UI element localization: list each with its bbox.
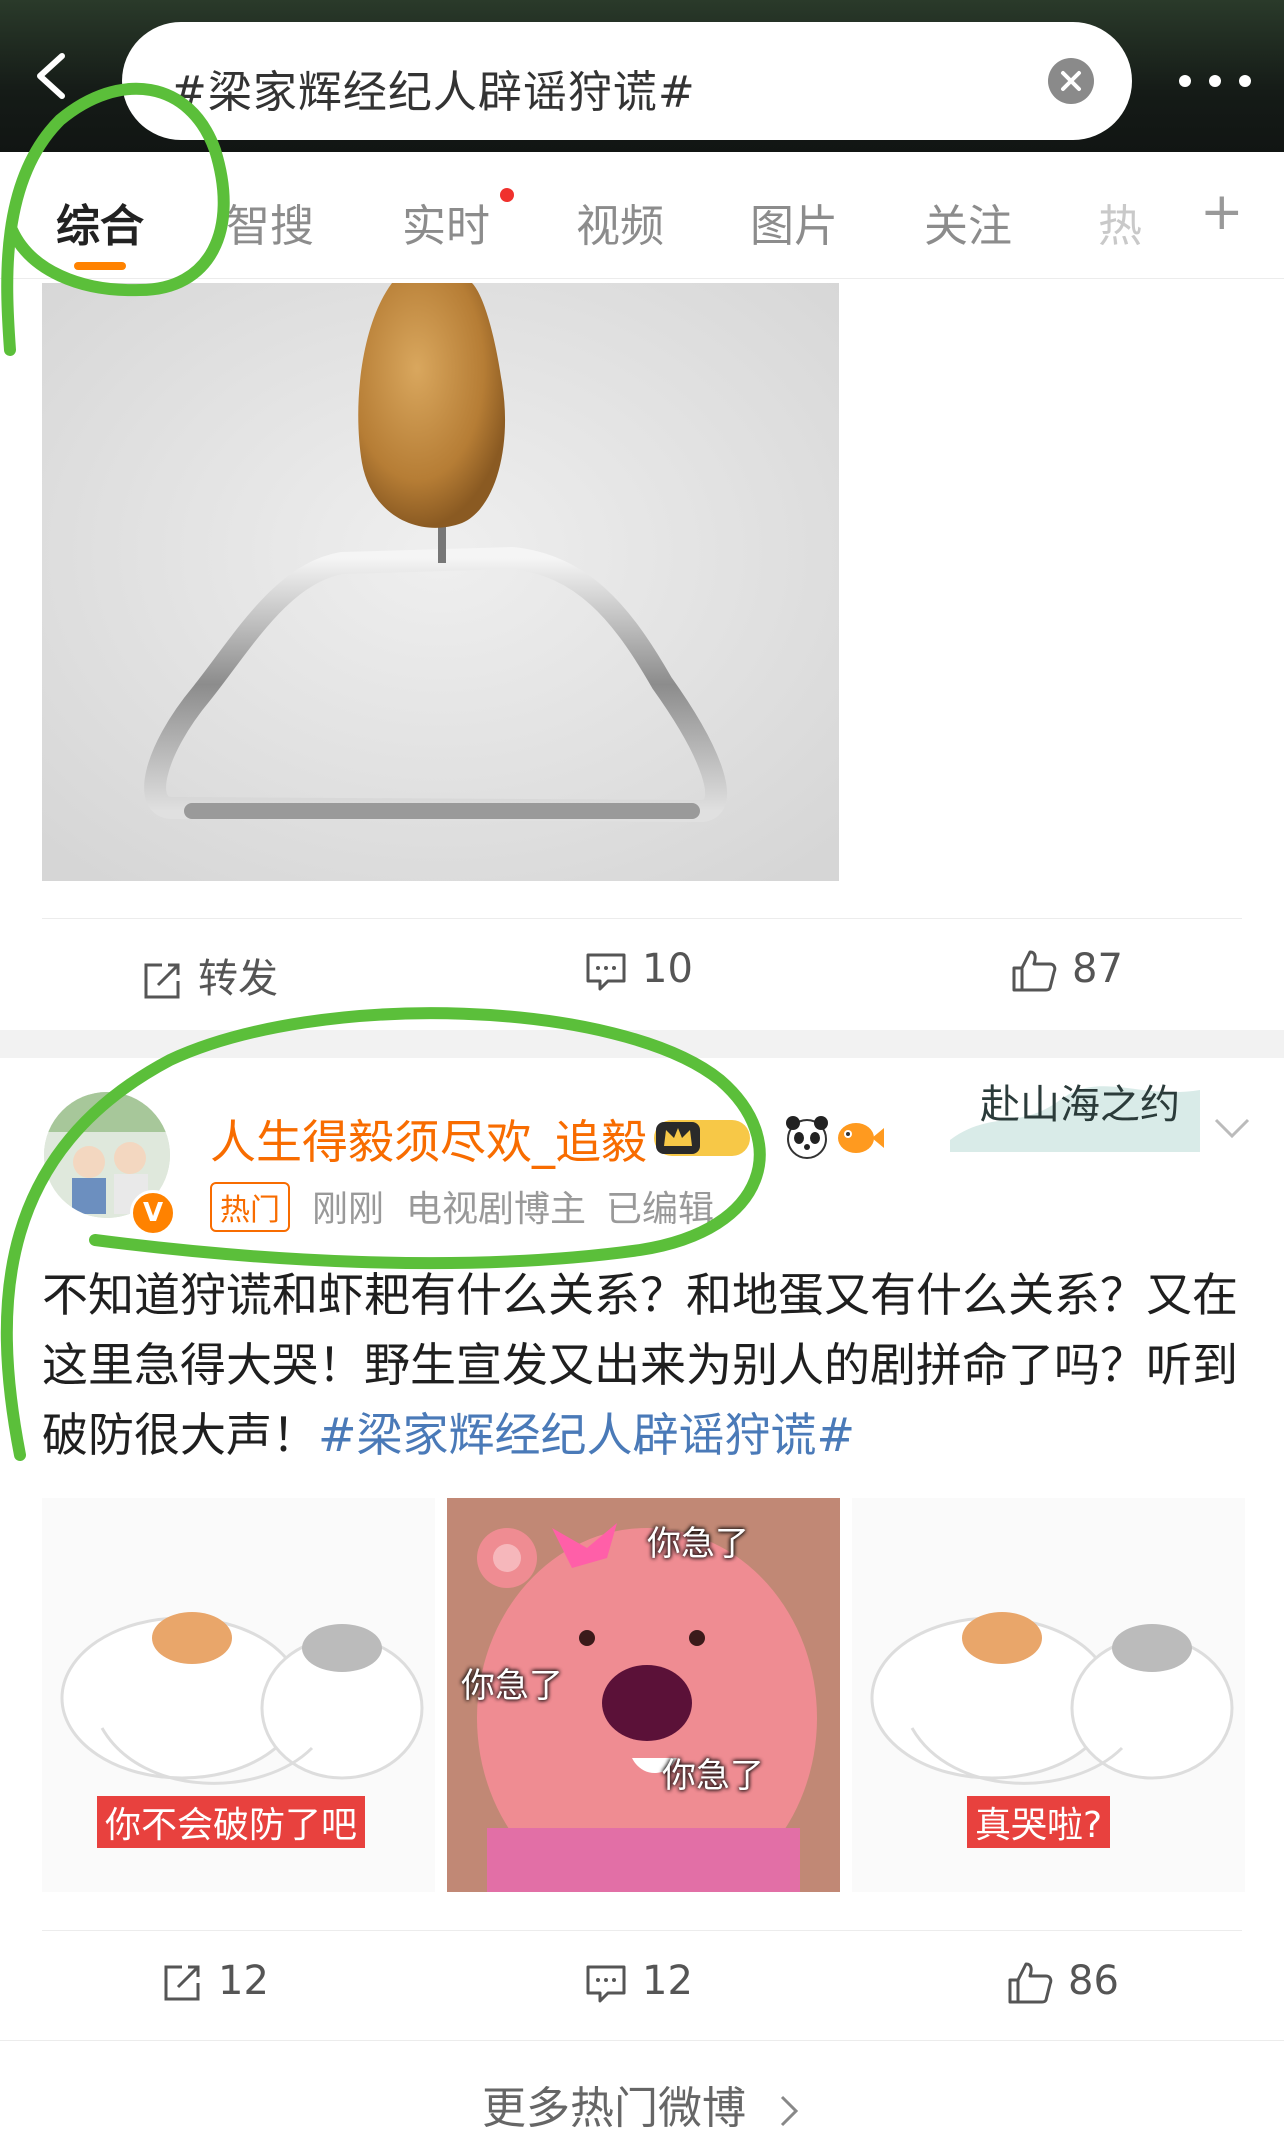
more-hot-posts-label: 更多热门微博	[482, 2083, 746, 2134]
meme-caption: 你不会破防了吧	[97, 1796, 366, 1848]
clear-search-icon[interactable]	[1048, 58, 1094, 104]
fan-badge-image[interactable]: 赴山海之约	[950, 1060, 1200, 1152]
edited-label: 已编辑	[606, 1189, 715, 1230]
thumbs-up-icon	[1012, 950, 1057, 992]
post-text: 不知道狩谎和虾耙有什么关系？和地蛋又有什么关系？又在这里急得大哭！野生宣发又出来…	[42, 1260, 1252, 1470]
meme-caption: 真哭啦?	[967, 1796, 1111, 1848]
repost-icon	[144, 963, 180, 999]
tab-video[interactable]: 视频	[576, 190, 664, 254]
comment-count: 12	[642, 1958, 693, 2004]
meme-caption: 你急了	[461, 1666, 563, 1706]
notification-dot	[500, 188, 514, 202]
chevron-down-icon[interactable]	[1212, 1116, 1252, 1142]
search-tabs: 综合 智搜 实时 视频 图片 关注 热 +	[0, 152, 1284, 279]
verified-badge-icon: V	[130, 1190, 176, 1236]
comment-count: 10	[642, 946, 693, 992]
tab-hot[interactable]: 热	[1098, 190, 1142, 254]
more-hot-posts-link[interactable]: 更多热门微博	[0, 2072, 1284, 2136]
comment-icon	[586, 953, 626, 991]
meme-image-1[interactable]: 你不会破防了吧	[42, 1498, 435, 1892]
tab-comprehensive[interactable]: 综合	[56, 190, 144, 254]
search-bar[interactable]: #梁家辉经纪人辟谣狩谎#	[122, 22, 1132, 140]
search-query[interactable]: #梁家辉经纪人辟谣狩谎#	[170, 56, 696, 120]
meme-image-2[interactable]: 你急了 你急了 你急了	[447, 1498, 840, 1892]
tab-smart-search[interactable]: 智搜	[226, 190, 314, 254]
repost-icon	[164, 1965, 200, 2001]
post-separator	[0, 1030, 1284, 1058]
active-tab-indicator	[74, 262, 126, 270]
like-button[interactable]: 86	[1006, 1958, 1119, 2006]
chevron-right-icon	[780, 2095, 799, 2127]
meme-image-3[interactable]: 真哭啦?	[852, 1498, 1245, 1892]
hashtag-link[interactable]: #梁家辉经纪人辟谣狩谎#	[318, 1408, 855, 1462]
repost-count: 12	[218, 1958, 269, 2004]
repost-label: 转发	[198, 956, 278, 1002]
tab-images[interactable]: 图片	[750, 190, 838, 254]
like-count: 87	[1072, 946, 1123, 992]
username[interactable]: 人生得毅须尽欢_追毅	[210, 1106, 647, 1172]
back-arrow-icon[interactable]	[28, 50, 80, 102]
hot-badge: 热门	[210, 1182, 290, 1232]
divider	[0, 2040, 1284, 2041]
panda-icon	[784, 1114, 830, 1164]
add-tab-icon[interactable]: +	[1200, 182, 1244, 242]
vip-crown-icon	[654, 1116, 774, 1164]
comment-button[interactable]: 10	[584, 946, 693, 993]
like-button[interactable]: 87	[1010, 946, 1123, 994]
more-options-icon[interactable]	[1175, 70, 1255, 92]
repost-button[interactable]: 转发	[140, 946, 278, 1004]
meme-caption: 你急了	[647, 1524, 749, 1564]
thumbs-up-icon	[1008, 1962, 1053, 2004]
fan-badge-text: 赴山海之约	[980, 1082, 1180, 1128]
comment-icon	[586, 1965, 626, 2003]
post-image[interactable]	[42, 283, 839, 881]
top-bar: #梁家辉经纪人辟谣狩谎#	[0, 0, 1284, 152]
tab-following[interactable]: 关注	[924, 190, 1012, 254]
tab-realtime[interactable]: 实时	[402, 190, 490, 254]
fish-icon	[834, 1114, 884, 1164]
comment-button[interactable]: 12	[584, 1958, 693, 2005]
like-count: 86	[1068, 1958, 1119, 2004]
repost-button[interactable]: 12	[160, 1958, 269, 2005]
divider	[42, 1930, 1242, 1931]
meme-caption: 你急了	[662, 1756, 764, 1796]
divider	[42, 918, 1242, 919]
user-role: 电视剧博主	[406, 1189, 587, 1230]
post-time: 刚刚	[312, 1189, 385, 1230]
